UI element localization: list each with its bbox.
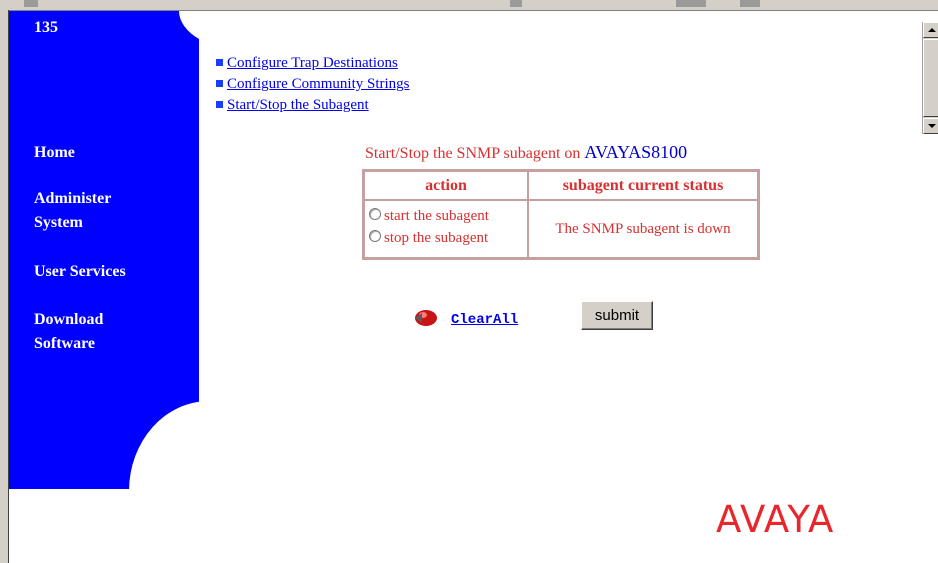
start-subagent-label: start the subagent [384, 208, 489, 224]
stop-subagent-radio[interactable] [369, 230, 381, 242]
sub-navigation-links: Configure Trap Destinations Configure Co… [216, 53, 410, 116]
status-column-header: subagent current status [528, 171, 758, 200]
avaya-logo: AVAYA [716, 498, 835, 541]
sidebar-item-label: System [34, 214, 83, 231]
eraser-icon[interactable] [413, 307, 441, 327]
bullet-icon [216, 101, 223, 108]
subagent-status-value: The SNMP subagent is down [528, 200, 758, 258]
bullet-icon [216, 80, 223, 87]
host-name: AVAYAS8100 [584, 142, 688, 162]
sidebar-bottom-curve [129, 401, 209, 491]
sidebar-item-download-software[interactable]: Download Software [34, 308, 103, 356]
page-title-text: Start/Stop the SNMP subagent on [365, 145, 585, 162]
start-subagent-option[interactable]: start the subagent [369, 205, 527, 227]
clear-all-link[interactable]: ClearAll [451, 312, 518, 328]
page-id-number: 135 [34, 19, 58, 36]
arrow-up-icon [928, 28, 936, 32]
start-subagent-radio[interactable] [369, 208, 381, 220]
browser-toolbar-strip [0, 0, 938, 11]
stop-subagent-option[interactable]: stop the subagent [369, 227, 527, 249]
sidebar-item-user-services[interactable]: User Services [34, 260, 126, 284]
start-stop-subagent-link[interactable]: Start/Stop the Subagent [227, 97, 369, 113]
bullet-icon [216, 59, 223, 66]
scroll-up-button[interactable] [923, 22, 938, 38]
submit-button[interactable]: submit [581, 301, 653, 330]
scroll-down-button[interactable] [923, 118, 938, 134]
sidebar: 135 Home Administer System User Services… [9, 11, 249, 491]
arrow-down-icon [928, 124, 936, 128]
sidebar-item-administer-system[interactable]: Administer System [34, 187, 111, 235]
sidebar-item-label: Administer [34, 190, 112, 207]
scroll-thumb[interactable] [923, 39, 938, 117]
configure-trap-destinations-link[interactable]: Configure Trap Destinations [227, 55, 398, 71]
action-options-cell: start the subagent stop the subagent [364, 200, 528, 258]
link-row: Start/Stop the Subagent [216, 95, 410, 116]
sidebar-top-curve [179, 11, 249, 51]
vertical-scrollbar[interactable] [922, 22, 938, 134]
configure-community-strings-link[interactable]: Configure Community Strings [227, 76, 410, 92]
page-title: Start/Stop the SNMP subagent on AVAYAS81… [365, 142, 687, 163]
subagent-status-table: action subagent current status start the… [362, 169, 760, 260]
link-row: Configure Trap Destinations [216, 53, 410, 74]
sidebar-item-label: Download [34, 311, 104, 328]
link-row: Configure Community Strings [216, 74, 410, 95]
window-left-border [0, 10, 9, 563]
sidebar-item-label: Software [34, 335, 96, 352]
sidebar-item-home[interactable]: Home [34, 141, 75, 165]
stop-subagent-label: stop the subagent [384, 230, 489, 246]
action-column-header: action [364, 171, 528, 200]
